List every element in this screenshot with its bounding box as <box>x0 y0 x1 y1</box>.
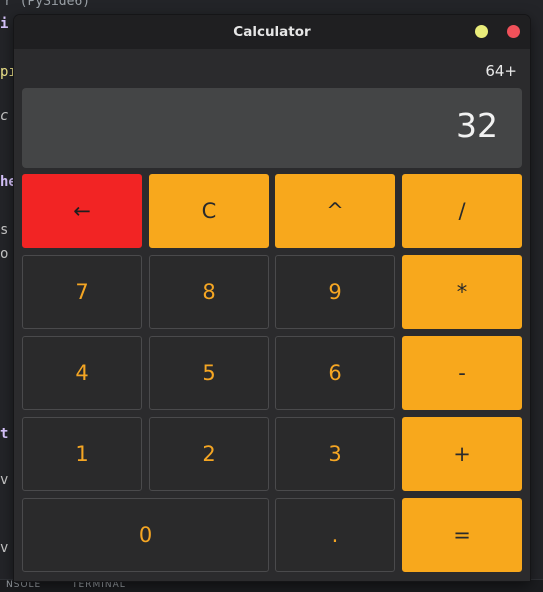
digit-2-button[interactable]: 2 <box>149 417 269 491</box>
digit-7-button[interactable]: 7 <box>22 255 142 329</box>
multiply-button[interactable]: * <box>402 255 522 329</box>
digit-3-button[interactable]: 3 <box>275 417 395 491</box>
equals-button[interactable]: = <box>402 498 522 572</box>
minimize-button[interactable] <box>475 25 488 38</box>
panel-tab-console[interactable]: NSOLE <box>6 580 41 590</box>
panel-tab-terminal[interactable]: TERMINAL <box>72 580 126 590</box>
editor-fragment: c <box>0 108 9 124</box>
editor-fragment-top: r (PySide6) <box>4 0 91 9</box>
digit-0-button[interactable]: 0 <box>22 498 269 572</box>
editor-fragment: o <box>0 246 9 262</box>
editor-fragment: s <box>0 222 9 238</box>
editor-fragment: v <box>0 472 9 488</box>
digit-5-button[interactable]: 5 <box>149 336 269 410</box>
subtract-button[interactable]: - <box>402 336 522 410</box>
result-value: 32 <box>456 106 498 145</box>
digit-1-button[interactable]: 1 <box>22 417 142 491</box>
expression-display: 64+ <box>485 62 517 80</box>
calculator-window: Calculator 64+ 32 ← C ^ / 7 8 9 * 4 5 6 … <box>14 15 530 581</box>
close-button[interactable] <box>507 25 520 38</box>
backspace-button[interactable]: ← <box>22 174 142 248</box>
editor-fragment: i <box>0 16 9 32</box>
digit-9-button[interactable]: 9 <box>275 255 395 329</box>
window-title: Calculator <box>233 24 311 40</box>
clear-button[interactable]: C <box>149 174 269 248</box>
editor-fragment: v <box>0 540 9 556</box>
power-button[interactable]: ^ <box>275 174 395 248</box>
divide-button[interactable]: / <box>402 174 522 248</box>
digit-6-button[interactable]: 6 <box>275 336 395 410</box>
result-display: 32 <box>22 88 522 168</box>
decimal-button[interactable]: . <box>275 498 395 572</box>
add-button[interactable]: + <box>402 417 522 491</box>
editor-fragment: t <box>0 426 9 442</box>
digit-8-button[interactable]: 8 <box>149 255 269 329</box>
title-bar[interactable]: Calculator <box>14 15 530 49</box>
digit-4-button[interactable]: 4 <box>22 336 142 410</box>
